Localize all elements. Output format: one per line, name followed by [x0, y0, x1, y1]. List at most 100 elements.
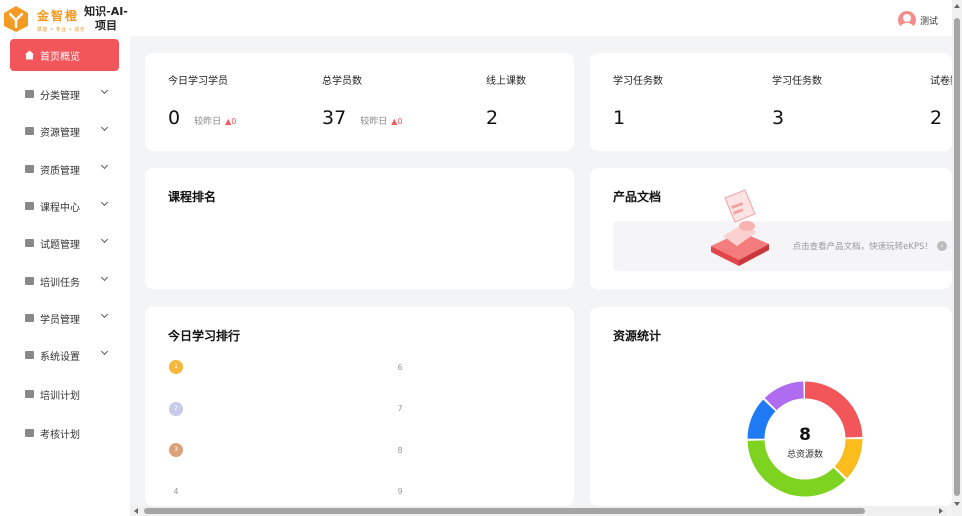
product-docs-link[interactable]: 点击查看产品文档，快速玩转eKPS！ › — [793, 240, 947, 252]
stat-value: 3 — [772, 107, 785, 129]
sidebar-item-label: 分类管理 — [40, 90, 80, 102]
stat-label: 今日学习学员 — [168, 76, 228, 87]
home-icon — [25, 50, 34, 60]
stat-compare: 较昨日 — [360, 117, 388, 127]
stats-card-right: 学习任务数 1 学习任务数 3 试卷数 2 — [590, 53, 952, 151]
certificate-icon — [25, 165, 34, 173]
stat-value: 0 — [168, 107, 181, 129]
category-icon — [25, 90, 34, 98]
sidebar-item-label: 系统设置 — [40, 351, 80, 363]
resource-donut-chart: 8 总资源数 — [747, 381, 863, 497]
brand-logo-icon[interactable] — [2, 5, 30, 33]
today-ranking-card: 今日学习排行 1 2 3 4 6 7 8 9 — [145, 307, 574, 506]
scroll-right-arrow-icon[interactable] — [939, 508, 943, 514]
vertical-scrollbar-thumb[interactable] — [954, 18, 960, 496]
sidebar-item-questions[interactable]: 试题管理 — [10, 227, 119, 259]
stat-value: 37 — [322, 107, 347, 129]
stat-papers: 试卷数 2 — [930, 72, 952, 129]
card-title: 课程排名 — [168, 190, 217, 204]
document-illustration-icon — [711, 189, 769, 266]
card-title: 产品文档 — [613, 190, 662, 204]
sidebar-item-label: 首页概览 — [40, 51, 80, 63]
brand: 金智橙 赋能 • 专业 • 成长 — [37, 7, 85, 33]
top-bar: 金智橙 赋能 • 专业 • 成长 知识-AI-项目 测试 — [0, 0, 962, 36]
stat-label: 学习任务数 — [613, 76, 663, 87]
chevron-down-icon — [100, 161, 109, 170]
donut-total-label: 总资源数 — [787, 448, 823, 460]
sidebar-item-training-tasks[interactable]: 培训任务 — [10, 265, 119, 297]
sidebar-item-label: 考核计划 — [40, 429, 80, 441]
donut-total-value: 8 — [799, 425, 811, 445]
chevron-right-circle-icon[interactable]: › — [937, 241, 947, 251]
chevron-down-icon — [100, 310, 109, 319]
brand-name: 金智橙 — [37, 9, 80, 23]
sidebar-item-label: 资质管理 — [40, 165, 80, 177]
sidebar-item-settings[interactable]: 系统设置 — [10, 339, 119, 371]
sidebar-item-exam-plan[interactable]: 考核计划 — [10, 417, 119, 449]
card-title: 资源统计 — [613, 329, 662, 343]
exam-icon — [25, 429, 34, 437]
stat-label: 学习任务数 — [772, 76, 822, 87]
stat-total-learners: 总学员数 37 较昨日 ▲0 — [322, 72, 402, 129]
user-menu[interactable]: 测试 — [897, 11, 938, 29]
sidebar: 首页概览 分类管理 资源管理 资质管理 课程中心 试题管理 培训任务 学员管理 … — [0, 36, 130, 516]
user-name[interactable]: 测试 — [920, 14, 938, 27]
silver-medal-icon: 2 — [169, 402, 183, 416]
product-docs-banner[interactable]: 点击查看产品文档，快速玩转eKPS！ › — [613, 189, 953, 271]
rank-number: 9 — [397, 487, 403, 496]
stat-value: 1 — [613, 107, 626, 129]
book-icon — [25, 202, 34, 210]
stat-compare: 较昨日 — [194, 117, 222, 127]
sidebar-item-label: 试题管理 — [40, 239, 80, 251]
card-title: 今日学习排行 — [168, 329, 241, 343]
stat-today-learners: 今日学习学员 0 较昨日 ▲0 — [168, 72, 236, 129]
chevron-down-icon — [100, 235, 109, 244]
chevron-down-icon — [100, 86, 109, 95]
horizontal-scrollbar-thumb[interactable] — [144, 508, 865, 514]
bronze-medal-icon: 3 — [169, 443, 183, 457]
scroll-up-arrow-icon[interactable] — [954, 4, 960, 8]
rank-number: 8 — [397, 446, 403, 455]
brand-slogan: 赋能 • 专业 • 成长 — [37, 27, 86, 33]
stats-card-left: 今日学习学员 0 较昨日 ▲0 总学员数 37 较昨日 ▲0 线上课数 2 — [145, 53, 574, 151]
rank-number: 7 — [397, 404, 403, 413]
stat-value: 2 — [486, 107, 499, 129]
stat-label: 总学员数 — [322, 76, 362, 87]
sidebar-item-courses[interactable]: 课程中心 — [10, 190, 119, 222]
chevron-down-icon — [100, 273, 109, 282]
stat-online-courses: 线上课数 2 — [486, 72, 526, 129]
plan-icon — [25, 390, 34, 398]
stat-label: 试卷数 — [930, 76, 952, 87]
sidebar-item-resources[interactable]: 资源管理 — [10, 115, 119, 147]
chevron-down-icon — [100, 198, 109, 207]
question-icon — [25, 239, 34, 247]
sidebar-item-category[interactable]: 分类管理 — [10, 78, 119, 110]
task-icon — [25, 277, 34, 285]
stat-label: 线上课数 — [486, 76, 526, 87]
scroll-down-arrow-icon[interactable] — [954, 502, 960, 506]
stat-learning-tasks-2: 学习任务数 3 — [772, 72, 822, 129]
rank-number: 4 — [173, 487, 179, 496]
sidebar-item-qualification[interactable]: 资质管理 — [10, 153, 119, 185]
sidebar-item-label: 资源管理 — [40, 127, 80, 139]
stat-delta: ▲0 — [225, 117, 237, 126]
project-title: 知识-AI-项目 — [84, 5, 128, 32]
product-docs-link-text[interactable]: 点击查看产品文档，快速玩转eKPS！ — [793, 240, 933, 252]
chevron-down-icon — [100, 347, 109, 356]
user-avatar-icon[interactable] — [897, 11, 916, 29]
resource-stats-card: 资源统计 8 总资源数 — [590, 307, 952, 506]
sidebar-item-label: 培训计划 — [40, 390, 80, 402]
stat-value: 2 — [930, 107, 943, 129]
sidebar-item-students[interactable]: 学员管理 — [10, 302, 119, 334]
sidebar-item-training-plan[interactable]: 培训计划 — [10, 378, 119, 410]
sidebar-item-home[interactable]: 首页概览 — [10, 39, 119, 71]
scroll-left-arrow-icon[interactable] — [134, 508, 138, 514]
sidebar-item-label: 学员管理 — [40, 314, 80, 326]
product-docs-card: 产品文档 点击查看产品文档，快速玩转eKPS！ › — [590, 168, 953, 289]
chevron-down-icon — [100, 123, 109, 132]
gold-medal-icon: 1 — [169, 360, 183, 374]
course-ranking-card: 课程排名 — [145, 168, 574, 289]
stat-learning-tasks: 学习任务数 1 — [613, 72, 663, 129]
rank-number: 6 — [397, 363, 403, 372]
folder-icon — [25, 127, 34, 135]
